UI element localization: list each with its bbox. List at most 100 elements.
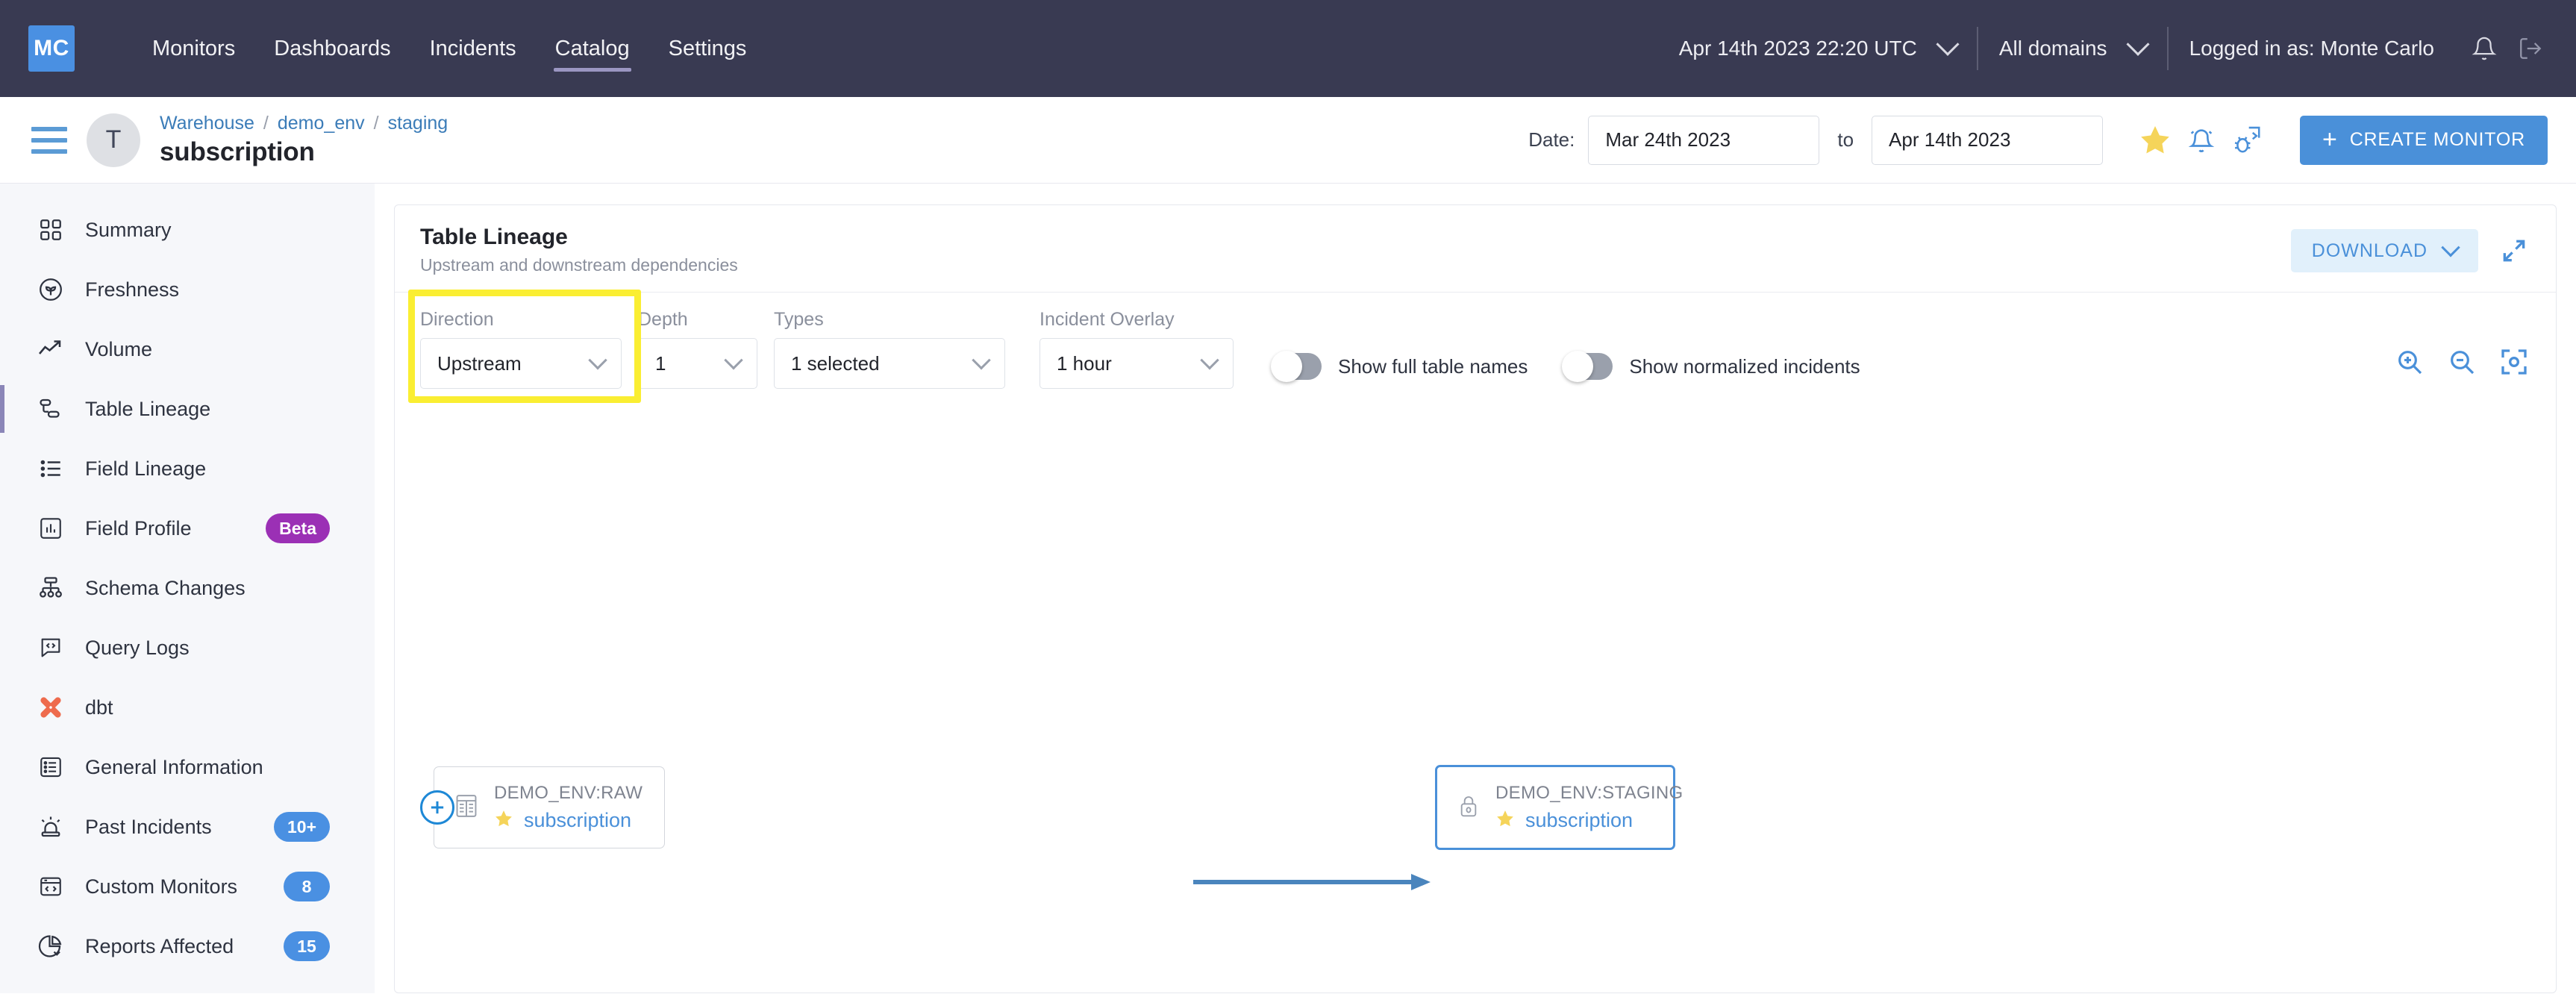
- logged-in-label: Logged in as: Monte Carlo: [2189, 37, 2434, 60]
- star-icon[interactable]: [2136, 121, 2175, 160]
- download-label: DOWNLOAD: [2311, 240, 2427, 261]
- sidebar-item-dbt[interactable]: dbt: [0, 678, 375, 737]
- pie-chart-icon: [36, 931, 66, 961]
- breadcrumb-item-demo-env[interactable]: demo_env: [278, 113, 365, 134]
- chevron-down-icon: [724, 351, 743, 370]
- sidebar-toggle-icon[interactable]: [31, 126, 67, 154]
- avatar: T: [87, 113, 140, 167]
- toggle-label: Show normalized incidents: [1629, 354, 1860, 378]
- status-badge: Beta: [266, 513, 330, 543]
- sidebar-item-custom-monitors[interactable]: Custom Monitors 8: [0, 857, 375, 916]
- sidebar-item-label: Field Lineage: [85, 457, 207, 480]
- fit-to-screen-icon[interactable]: [2498, 346, 2530, 378]
- nav-item-catalog[interactable]: Catalog: [536, 0, 649, 97]
- date-to-label: to: [1837, 128, 1854, 151]
- sidebar-item-label: Custom Monitors: [85, 875, 238, 898]
- sidebar-item-field-profile[interactable]: Field Profile Beta: [0, 498, 375, 558]
- show-full-table-names-toggle[interactable]: [1271, 351, 1322, 382]
- filter-label: Incident Overlay: [1040, 309, 1175, 330]
- star-icon: [494, 809, 513, 832]
- panel-header-actions: DOWNLOAD: [2290, 225, 2530, 272]
- sidebar-item-past-incidents[interactable]: Past Incidents 10+: [0, 797, 375, 857]
- status-badge: 10+: [273, 812, 330, 842]
- show-normalized-incidents-toggle[interactable]: [1562, 351, 1613, 382]
- domain-label: All domains: [1998, 37, 2107, 60]
- chevron-down-icon: [972, 351, 991, 370]
- expand-upstream-button[interactable]: [420, 790, 454, 825]
- nav-item-settings[interactable]: Settings: [649, 0, 766, 97]
- zoom-in-icon[interactable]: [2393, 346, 2426, 378]
- filter-label: Direction: [420, 309, 494, 330]
- sidebar-item-table-lineage[interactable]: Table Lineage: [0, 379, 375, 439]
- panel-header: Table Lineage Upstream and downstream de…: [395, 205, 2556, 292]
- node-text-staging: DEMO_ENV:STAGING subscription: [1495, 783, 1684, 832]
- nav-item-monitors[interactable]: Monitors: [133, 0, 254, 97]
- filter-direction: Direction Upstream: [420, 309, 622, 389]
- lock-icon: [1457, 793, 1481, 823]
- filter-types: Types 1 selected: [774, 309, 1005, 389]
- download-button[interactable]: DOWNLOAD: [2290, 229, 2478, 272]
- date-to-input[interactable]: Apr 14th 2023: [1872, 115, 2104, 165]
- node-name[interactable]: subscription: [1525, 809, 1633, 832]
- main-nav-links: Monitors Dashboards Incidents Catalog Se…: [133, 0, 766, 97]
- table-lineage-icon: [36, 394, 66, 424]
- sidebar-item-general-information[interactable]: General Information: [0, 737, 375, 797]
- domain-selector[interactable]: All domains: [1978, 27, 2167, 70]
- sidebar-item-reports-affected[interactable]: Reports Affected 15: [0, 916, 375, 976]
- date-from-input[interactable]: Mar 24th 2023: [1588, 115, 1820, 165]
- panel-title: Table Lineage: [420, 225, 568, 249]
- filter-label: Types: [774, 309, 824, 330]
- depth-select[interactable]: 1: [638, 338, 757, 389]
- breadcrumb-item-staging[interactable]: staging: [388, 113, 448, 134]
- sidebar-item-summary[interactable]: Summary: [0, 200, 375, 260]
- top-navigation-bar: MC Monitors Dashboards Incidents Catalog…: [0, 0, 2576, 97]
- lineage-node-raw[interactable]: DEMO_ENV:RAW subscription: [434, 766, 665, 848]
- bar-chart-box-icon: [36, 513, 66, 543]
- chevron-down-icon: [2441, 238, 2460, 257]
- types-value: 1 selected: [791, 351, 880, 375]
- node-schema: DEMO_ENV:RAW: [494, 783, 643, 803]
- plus-icon: +: [2322, 125, 2338, 154]
- sidebar-item-label: Field Profile: [85, 516, 192, 540]
- node-text-raw: DEMO_ENV:RAW subscription: [494, 783, 643, 832]
- lineage-node-staging[interactable]: DEMO_ENV:STAGING subscription: [1435, 765, 1683, 850]
- sidebar-item-schema-changes[interactable]: Schema Changes: [0, 558, 375, 618]
- filter-label: Depth: [638, 309, 688, 330]
- toggle-label: Show full table names: [1338, 354, 1528, 378]
- timestamp-selector[interactable]: Apr 14th 2023 22:20 UTC: [1658, 27, 1977, 70]
- filter-depth: Depth 1: [638, 309, 757, 389]
- incident-overlay-select[interactable]: 1 hour: [1040, 338, 1234, 389]
- expand-diagonal-icon[interactable]: [2498, 234, 2530, 267]
- timestamp-label: Apr 14th 2023 22:20 UTC: [1678, 37, 1917, 60]
- types-select[interactable]: 1 selected: [774, 338, 1005, 389]
- sidebar-item-query-logs[interactable]: Query Logs: [0, 618, 375, 678]
- sprout-circle-icon: [36, 275, 66, 304]
- sidebar-item-freshness[interactable]: Freshness: [0, 260, 375, 319]
- notification-bell-icon[interactable]: [2182, 121, 2221, 160]
- node-name-row: subscription: [494, 809, 643, 832]
- table-icon: [454, 793, 479, 823]
- sidebar-item-field-lineage[interactable]: Field Lineage: [0, 439, 375, 498]
- lineage-graph[interactable]: DEMO_ENV:RAW subscription DEMO_ENV:STAGI…: [395, 408, 2556, 993]
- sidebar-item-label: Freshness: [85, 278, 180, 301]
- date-range-controls: Date: Mar 24th 2023 to Apr 14th 2023 + C…: [1528, 115, 2548, 165]
- node-name[interactable]: subscription: [524, 809, 631, 832]
- sidebar-item-label: Volume: [85, 337, 153, 360]
- nav-item-incidents[interactable]: Incidents: [410, 0, 536, 97]
- sidebar-item-label: Reports Affected: [85, 934, 234, 957]
- create-monitor-button[interactable]: + CREATE MONITOR: [2300, 115, 2548, 165]
- date-label: Date:: [1528, 128, 1575, 151]
- chevron-down-icon: [588, 351, 607, 370]
- chevron-down-icon: [2126, 32, 2150, 56]
- breadcrumb-item-warehouse[interactable]: Warehouse: [160, 113, 254, 134]
- nav-item-dashboards[interactable]: Dashboards: [254, 0, 410, 97]
- app-logo[interactable]: MC: [28, 25, 75, 72]
- direction-select[interactable]: Upstream: [420, 338, 622, 389]
- bell-icon[interactable]: [2467, 31, 2501, 66]
- logged-in-user[interactable]: Logged in as: Monte Carlo: [2169, 27, 2455, 70]
- sidebar-item-volume[interactable]: Volume: [0, 319, 375, 379]
- debug-bug-icon[interactable]: [2228, 121, 2267, 160]
- browser-code-icon: [36, 872, 66, 901]
- zoom-out-icon[interactable]: [2445, 346, 2478, 378]
- logout-icon[interactable]: [2513, 31, 2548, 66]
